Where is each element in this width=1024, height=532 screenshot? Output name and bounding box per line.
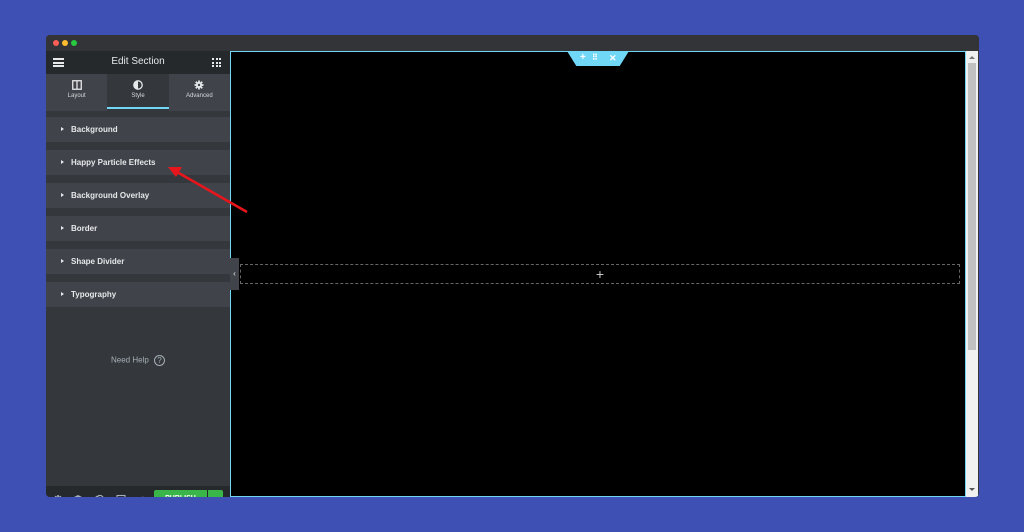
caret-right-icon (61, 226, 64, 230)
publish-options-button[interactable] (208, 490, 223, 497)
maximize-window-button[interactable] (71, 40, 77, 46)
collapse-panel-button[interactable]: ‹ (230, 258, 239, 290)
window-titlebar (46, 35, 979, 51)
section-background[interactable]: Background (46, 117, 230, 142)
scroll-up-arrow-icon[interactable] (969, 56, 975, 59)
section-shape-divider[interactable]: Shape Divider (46, 249, 230, 274)
editor-panel: Edit Section Layout Style Advanced Backg… (46, 51, 230, 497)
half-circle-icon (133, 80, 143, 90)
delete-icon[interactable]: ✕ (609, 52, 617, 64)
scroll-thumb[interactable] (968, 63, 976, 350)
grid-icon[interactable] (212, 58, 221, 67)
panel-tabs: Layout Style Advanced (46, 74, 230, 111)
section-happy-particle-effects[interactable]: Happy Particle Effects (46, 150, 230, 175)
section-border[interactable]: Border (46, 216, 230, 241)
section-handle: + ⠿ ✕ (567, 51, 629, 66)
caret-right-icon (61, 259, 64, 263)
preview-canvas: + ⠿ ✕ + (230, 51, 966, 497)
panel-title: Edit Section (111, 56, 165, 67)
section-label: Typography (71, 290, 117, 299)
need-help-label: Need Help (110, 355, 149, 365)
settings-icon[interactable] (53, 494, 63, 497)
scroll-down-arrow-icon[interactable] (969, 488, 975, 491)
caret-right-icon (61, 127, 64, 131)
layers-icon[interactable] (73, 494, 83, 497)
responsive-icon[interactable] (116, 494, 126, 497)
add-section-plus-icon[interactable]: + (596, 267, 604, 281)
add-section-area[interactable]: + (240, 264, 960, 284)
section-label: Background Overlay (71, 191, 150, 200)
minimize-window-button[interactable] (62, 40, 68, 46)
drag-icon[interactable]: ⠿ (592, 52, 598, 64)
need-help-link[interactable]: Need Help ? (46, 355, 230, 366)
add-icon[interactable]: + (580, 52, 586, 64)
section-typography[interactable]: Typography (46, 282, 230, 307)
help-question-icon: ? (154, 355, 166, 366)
section-background-overlay[interactable]: Background Overlay (46, 183, 230, 208)
style-sections: Background Happy Particle Effects Backgr… (46, 117, 230, 315)
gear-icon (194, 80, 204, 90)
close-window-button[interactable] (53, 40, 59, 46)
section-label: Shape Divider (71, 257, 125, 266)
browser-window: Edit Section Layout Style Advanced Backg… (46, 35, 979, 497)
preview-eye-icon[interactable] (138, 494, 148, 497)
caret-right-icon (61, 193, 64, 197)
section-label: Happy Particle Effects (71, 158, 156, 167)
tab-advanced-label: Advanced (185, 93, 213, 99)
history-icon[interactable] (95, 494, 105, 497)
panel-header: Edit Section (46, 51, 230, 74)
tab-style[interactable]: Style (107, 74, 169, 111)
columns-icon (71, 80, 82, 90)
panel-footer: PUBLISH (46, 486, 230, 497)
section-label: Background (71, 125, 118, 134)
caret-right-icon (61, 160, 64, 164)
section-label: Border (71, 224, 98, 233)
caret-right-icon (61, 292, 64, 296)
vertical-scrollbar[interactable] (966, 51, 978, 497)
publish-button[interactable]: PUBLISH (154, 490, 207, 497)
tab-layout[interactable]: Layout (46, 74, 107, 111)
tab-style-label: Style (131, 93, 145, 99)
tab-layout-label: Layout (67, 93, 86, 99)
tab-advanced[interactable]: Advanced (169, 74, 230, 111)
